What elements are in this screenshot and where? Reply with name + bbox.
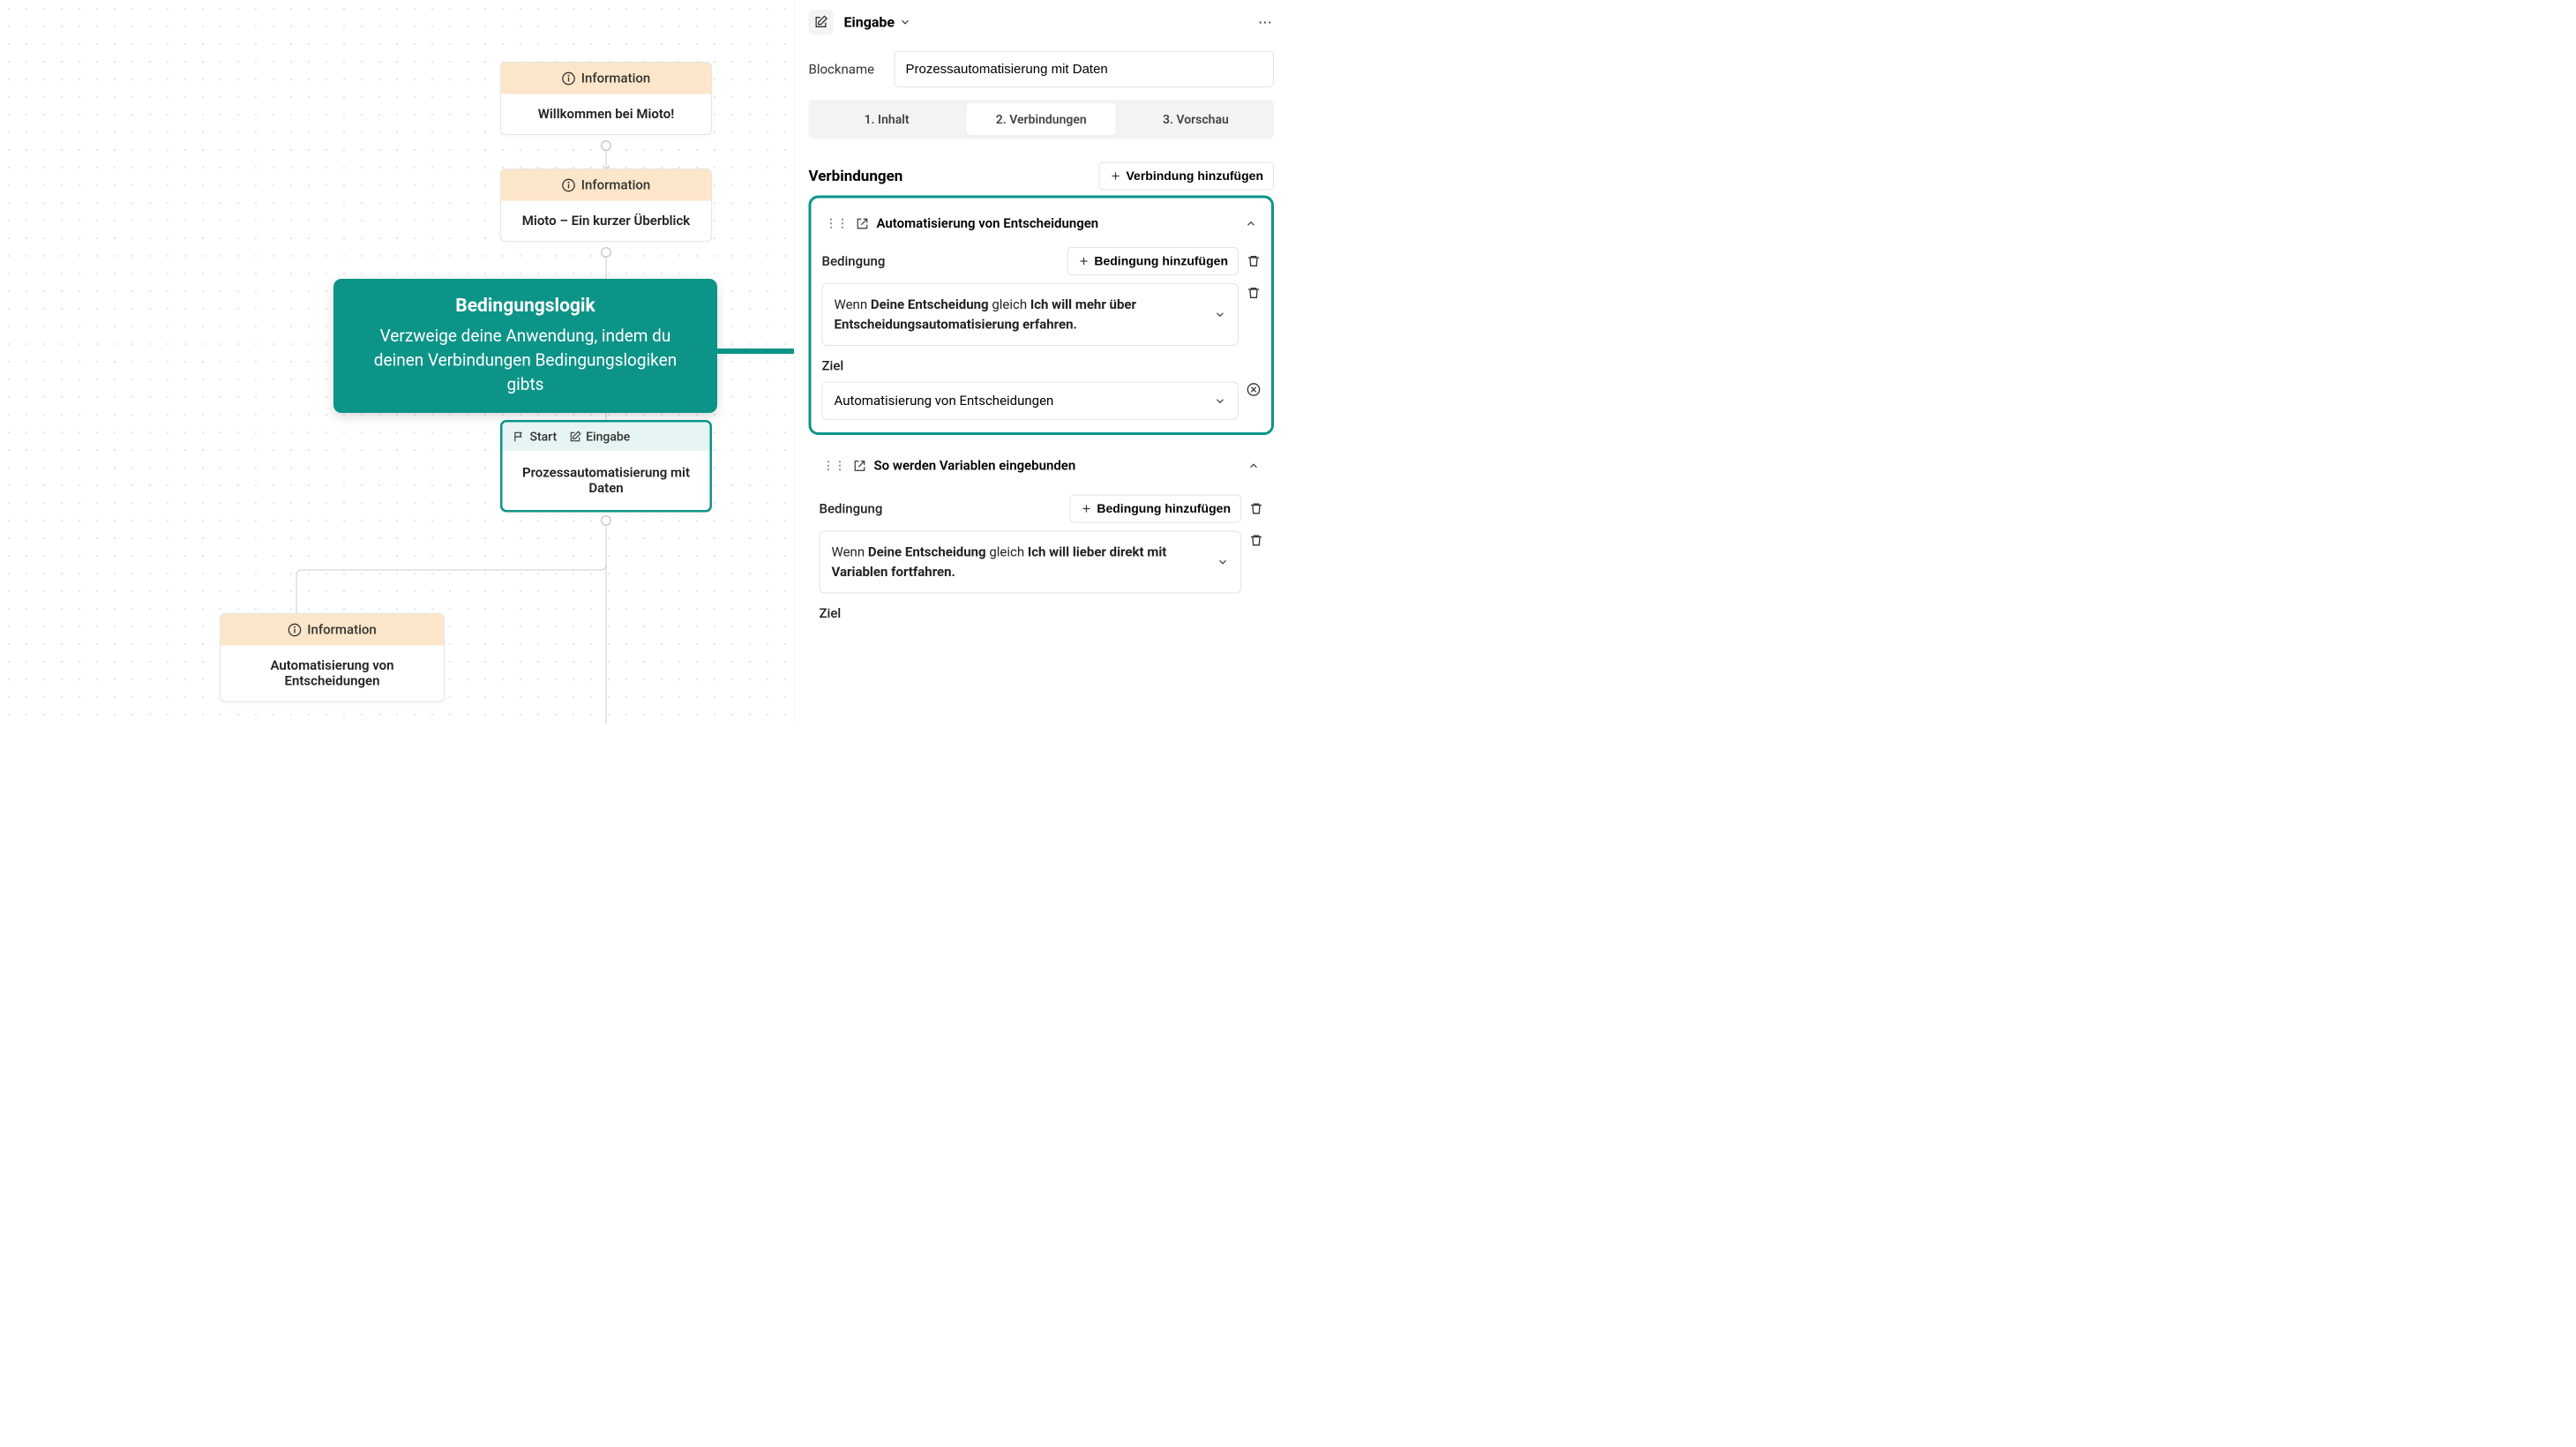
chevron-up-icon[interactable] xyxy=(1245,217,1257,229)
callout-connector xyxy=(715,349,794,354)
drag-handle-icon[interactable]: ⋮⋮ xyxy=(823,459,846,472)
connections-section: Verbindungen Verbindung hinzufügen ⋮⋮ Au… xyxy=(795,152,1289,636)
chevron-down-icon[interactable] xyxy=(1217,556,1229,568)
node-body: Automatisierung von Entscheidungen xyxy=(221,646,444,701)
blockname-input[interactable] xyxy=(895,51,1275,87)
blockname-row: Blockname xyxy=(795,44,1289,100)
chevron-up-icon[interactable] xyxy=(1247,460,1260,472)
add-connection-label: Verbindung hinzufügen xyxy=(1126,169,1263,184)
add-condition-button[interactable]: Bedingung hinzufügen xyxy=(1069,495,1241,523)
flow-canvas[interactable]: Information Willkommen bei Mioto! Inform… xyxy=(0,0,794,724)
add-connection-button[interactable]: Verbindung hinzufügen xyxy=(1098,162,1274,191)
node-information-3[interactable]: Information Automatisierung von Entschei… xyxy=(220,613,445,702)
chevron-down-icon[interactable] xyxy=(1214,309,1226,321)
panel-type-dropdown[interactable]: Eingabe xyxy=(844,14,912,31)
connection-title: So werden Variablen eingebunden xyxy=(874,458,1076,474)
add-condition-label: Bedingung hinzufügen xyxy=(1094,254,1228,268)
condition-box[interactable]: Wenn Deine Entscheidung gleich Ich will … xyxy=(822,283,1239,346)
node-body: Prozessautomatisierung mit Daten xyxy=(503,451,710,510)
plus-icon xyxy=(1080,503,1092,515)
start-tag: Start xyxy=(513,430,558,445)
node-type-label: Information xyxy=(307,622,377,638)
panel-header: Eingabe ⋯ xyxy=(795,0,1289,44)
node-type-label: Information xyxy=(581,71,651,86)
drag-handle-icon[interactable]: ⋮⋮ xyxy=(826,217,849,230)
node-connector[interactable] xyxy=(601,247,611,258)
info-icon xyxy=(562,71,576,86)
target-select[interactable]: Automatisierung von Entscheidungen xyxy=(822,382,1239,421)
connections-title: Verbindungen xyxy=(809,168,903,185)
connection-card-2: ⋮⋮ So werden Variablen eingebunden Bedin… xyxy=(809,444,1275,625)
target-value: Automatisierung von Entscheidungen xyxy=(835,394,1054,409)
condition-box[interactable]: Wenn Deine Entscheidung gleich Ich will … xyxy=(820,531,1242,594)
panel-tabs: 1. Inhalt 2. Verbindungen 3. Vorschau xyxy=(809,100,1275,139)
callout-text: Verzweige deine Anwendung, indem du dein… xyxy=(358,325,693,398)
open-icon[interactable] xyxy=(854,460,866,472)
node-header: Information xyxy=(501,169,711,201)
add-condition-button[interactable]: Bedingung hinzufügen xyxy=(1067,247,1239,275)
node-information-2[interactable]: Information Mioto – Ein kurzer Überblick xyxy=(500,169,712,242)
flow-line xyxy=(606,526,607,724)
node-type-label: Information xyxy=(581,177,651,193)
target-label: Ziel xyxy=(820,606,842,622)
start-tag-label: Start xyxy=(530,430,558,445)
trash-icon[interactable] xyxy=(1247,254,1261,268)
node-header: Information xyxy=(221,614,444,646)
inspector-panel: Eingabe ⋯ Blockname 1. Inhalt 2. Verbind… xyxy=(794,0,1288,724)
condition-text: Wenn Deine Entscheidung gleich Ich will … xyxy=(835,295,1208,334)
chevron-down-icon xyxy=(1214,394,1226,407)
info-icon xyxy=(562,178,576,192)
connection-card-1: ⋮⋮ Automatisierung von Entscheidungen Be… xyxy=(809,196,1275,436)
trash-icon[interactable] xyxy=(1249,502,1263,516)
flow-line xyxy=(606,151,607,169)
open-icon[interactable] xyxy=(857,217,869,229)
remove-target-icon[interactable] xyxy=(1247,383,1261,397)
node-input-selected[interactable]: Start Eingabe Prozessautomatisierung mit… xyxy=(500,420,712,513)
info-icon xyxy=(288,623,302,637)
plus-icon xyxy=(1109,170,1121,183)
chevron-down-icon xyxy=(899,16,911,28)
tab-content[interactable]: 1. Inhalt xyxy=(812,103,962,136)
tab-preview[interactable]: 3. Vorschau xyxy=(1121,103,1270,136)
connection-title: Automatisierung von Entscheidungen xyxy=(877,216,1099,232)
node-body: Willkommen bei Mioto! xyxy=(501,94,711,135)
edit-icon xyxy=(814,15,828,29)
node-tags: Start Eingabe xyxy=(503,423,710,452)
connection-header[interactable]: ⋮⋮ Automatisierung von Entscheidungen xyxy=(822,211,1262,237)
panel-type-label: Eingabe xyxy=(844,14,895,31)
plus-icon xyxy=(1077,255,1090,267)
input-tag: Eingabe xyxy=(569,430,630,445)
condition-label: Bedingung xyxy=(822,253,886,269)
edit-icon xyxy=(569,431,581,443)
callout-title: Bedingungslogik xyxy=(358,295,693,317)
edit-block-button[interactable] xyxy=(809,10,834,34)
condition-label: Bedingung xyxy=(820,501,883,517)
input-tag-label: Eingabe xyxy=(586,430,630,445)
flag-icon xyxy=(513,431,526,443)
trash-icon[interactable] xyxy=(1247,286,1261,300)
add-condition-label: Bedingung hinzufügen xyxy=(1097,502,1231,516)
node-header: Information xyxy=(501,63,711,94)
blockname-label: Blockname xyxy=(809,62,884,78)
node-body: Mioto – Ein kurzer Überblick xyxy=(501,201,711,242)
node-information-1[interactable]: Information Willkommen bei Mioto! xyxy=(500,62,712,135)
more-menu-button[interactable]: ⋯ xyxy=(1258,14,1274,31)
callout-tooltip: Bedingungslogik Verzweige deine Anwendun… xyxy=(333,279,717,413)
condition-text: Wenn Deine Entscheidung gleich Ich will … xyxy=(832,543,1210,582)
node-connector[interactable] xyxy=(601,515,611,526)
trash-icon[interactable] xyxy=(1249,534,1263,548)
node-connector[interactable] xyxy=(601,140,611,151)
connection-header[interactable]: ⋮⋮ So werden Variablen eingebunden xyxy=(820,447,1264,484)
tab-connections[interactable]: 2. Verbindungen xyxy=(967,103,1116,136)
target-label: Ziel xyxy=(822,358,844,374)
